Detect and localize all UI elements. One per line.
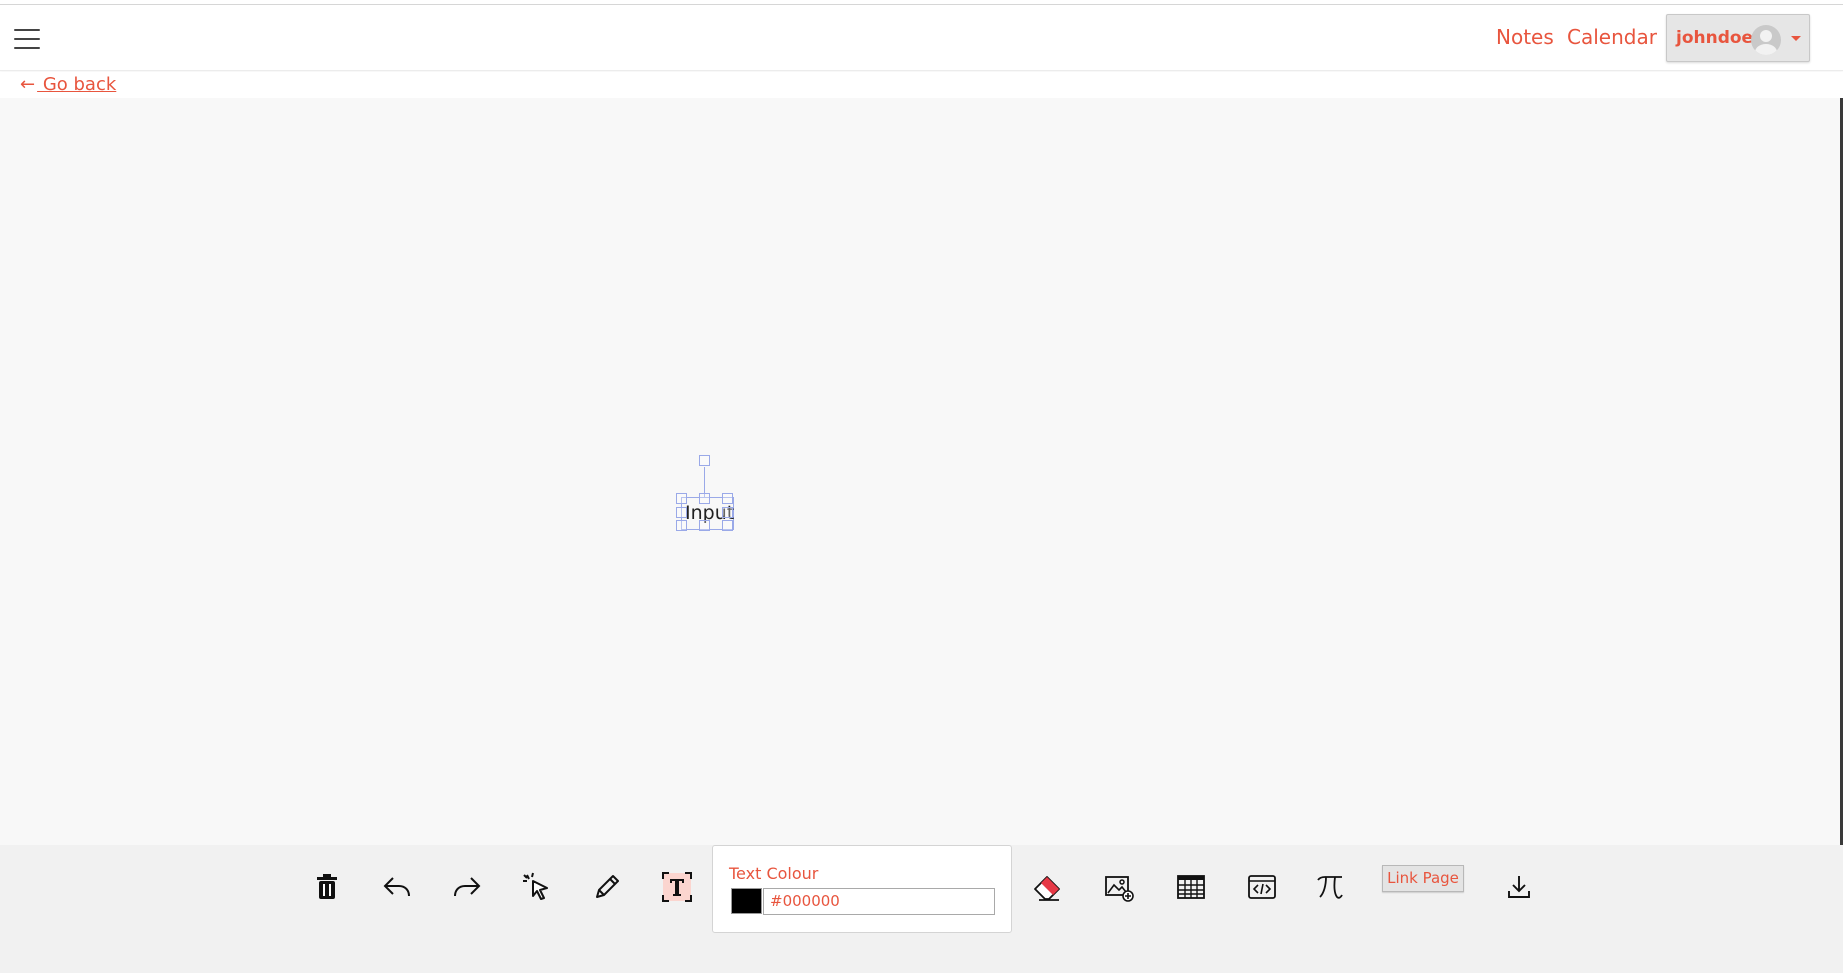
resize-handle-left[interactable]	[676, 507, 687, 518]
rotation-handle[interactable]	[699, 455, 710, 466]
back-row: ← Go back	[0, 72, 1843, 98]
resize-handle-bottom[interactable]	[699, 520, 710, 531]
resize-handle-top-right[interactable]	[722, 493, 733, 504]
code-block-button[interactable]	[1240, 865, 1284, 909]
trash-icon	[317, 874, 337, 899]
resize-handle-bottom-left[interactable]	[676, 520, 687, 531]
back-arrow-icon: ←	[20, 74, 36, 95]
resize-handle-top[interactable]	[699, 493, 710, 504]
hamburger-menu-icon[interactable]	[14, 29, 40, 51]
select-tool-button[interactable]	[515, 865, 559, 909]
add-image-icon	[1105, 876, 1134, 902]
nav-link-calendar[interactable]: Calendar	[1567, 25, 1657, 49]
top-navbar: Notes Calendar johndoe	[0, 5, 1843, 71]
redo-button[interactable]	[445, 865, 489, 909]
text-colour-panel: Text Colour #000000	[712, 845, 1012, 933]
resize-handle-bottom-right[interactable]	[722, 520, 733, 531]
drawing-canvas[interactable]	[0, 98, 1843, 973]
pen-tool-button[interactable]	[585, 865, 629, 909]
undo-button[interactable]	[375, 865, 419, 909]
colour-swatch[interactable]	[731, 888, 762, 914]
download-icon	[1508, 876, 1530, 898]
resize-handle-top-left[interactable]	[676, 493, 687, 504]
text-colour-label: Text Colour	[729, 864, 819, 883]
colour-hex-input[interactable]: #000000	[763, 888, 995, 915]
delete-button[interactable]	[305, 865, 349, 909]
table-icon	[1177, 875, 1205, 899]
bottom-toolbar: Text Colour #000000 Link Page	[0, 845, 1843, 973]
go-back-link[interactable]: ← Go back	[20, 74, 116, 95]
eraser-icon	[1034, 876, 1060, 901]
eraser-tool-button[interactable]	[1025, 865, 1069, 909]
user-avatar-icon	[1751, 25, 1781, 55]
code-block-icon	[1248, 875, 1276, 899]
select-cursor-icon	[523, 872, 548, 900]
insert-table-button[interactable]	[1169, 865, 1213, 909]
resize-handle-right[interactable]	[722, 507, 733, 518]
download-button[interactable]	[1497, 865, 1541, 909]
add-image-button[interactable]	[1097, 865, 1141, 909]
user-menu-button[interactable]: johndoe	[1666, 14, 1810, 62]
pi-math-icon	[1317, 876, 1343, 899]
math-button[interactable]	[1308, 865, 1352, 909]
undo-icon	[383, 877, 410, 897]
pencil-icon	[596, 875, 619, 898]
link-page-button[interactable]: Link Page	[1382, 865, 1464, 892]
text-tool-button[interactable]	[655, 865, 699, 909]
nav-link-notes[interactable]: Notes	[1496, 25, 1554, 49]
go-back-label: Go back	[37, 74, 117, 95]
text-tool-icon	[662, 872, 692, 902]
caret-down-icon	[1791, 36, 1801, 41]
user-name: johndoe	[1676, 28, 1754, 48]
redo-icon	[454, 877, 481, 897]
